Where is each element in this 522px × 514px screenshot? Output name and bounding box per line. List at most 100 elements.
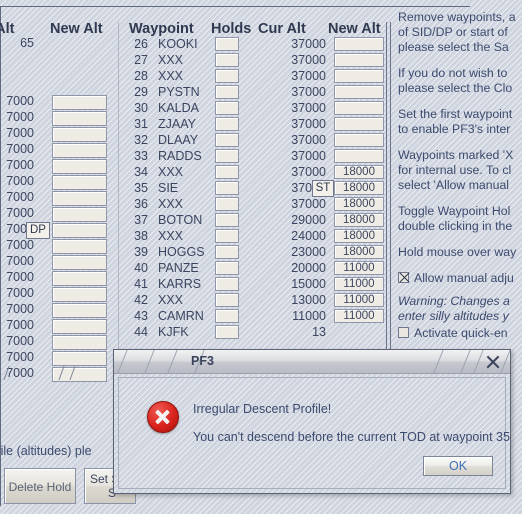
left-col-new-alt-input[interactable] [52, 159, 107, 174]
current-altitude: 37000 [291, 165, 326, 179]
table-row[interactable]: 41 KARRS 15000 11000 [122, 276, 384, 292]
current-altitude: 13000 [291, 293, 326, 307]
delete-hold-button[interactable]: Delete Hold [4, 468, 76, 504]
left-col-new-alt-input[interactable] [52, 271, 107, 286]
new-altitude-input[interactable]: 18000 [334, 245, 384, 259]
checkbox-unchecked-icon[interactable] [398, 327, 409, 338]
table-row[interactable]: 32 DLAAY 37000 [122, 132, 384, 148]
new-altitude-input[interactable] [334, 53, 384, 67]
waypoint-index: 43 [134, 309, 148, 323]
hold-checkbox[interactable] [215, 37, 239, 51]
left-col-new-alt-input[interactable] [52, 223, 107, 238]
activate-quick-entry-checkbox-row[interactable]: Activate quick-en [398, 326, 522, 340]
left-col-new-alt-input[interactable] [52, 319, 107, 334]
dialog-body: Irregular Descent Profile! You can't des… [118, 377, 510, 489]
table-row[interactable]: 37 BOTON 29000 18000 [122, 212, 384, 228]
new-altitude-input[interactable]: 18000 [334, 197, 384, 211]
error-icon [147, 401, 179, 433]
table-row[interactable]: 30 KALDA 37000 [122, 100, 384, 116]
hold-checkbox[interactable] [215, 117, 239, 131]
header-cur-alt-left: r Alt [0, 21, 15, 37]
left-col-new-alt-input[interactable] [52, 255, 107, 270]
table-row[interactable]: 42 XXX 13000 11000 [122, 292, 384, 308]
new-altitude-input[interactable] [334, 117, 384, 131]
left-col-new-alt-input[interactable] [52, 287, 107, 302]
current-altitude: 37000 [291, 69, 326, 83]
new-altitude-input[interactable]: 11000 [334, 261, 384, 275]
new-altitude-input[interactable]: 18000 [334, 181, 384, 195]
new-altitude-input[interactable] [334, 101, 384, 115]
new-altitude-input[interactable]: 11000 [334, 309, 384, 323]
warning-text: Warning: Changes a enter silly altitudes… [398, 294, 522, 324]
allow-manual-adjust-checkbox-row[interactable]: Allow manual adju [398, 271, 522, 285]
table-row[interactable]: 35 SIE 37000 18000 [122, 180, 384, 196]
table-row[interactable]: 29 PYSTN 37000 [122, 84, 384, 100]
waypoint-name: KOOKI [158, 37, 198, 51]
hold-checkbox[interactable] [215, 229, 239, 243]
table-row[interactable]: 39 HOGGS 23000 18000 [122, 244, 384, 260]
left-col-new-alt-input[interactable] [52, 239, 107, 254]
hold-checkbox[interactable] [215, 53, 239, 67]
new-altitude-input[interactable]: 11000 [334, 293, 384, 307]
new-altitude-input[interactable] [334, 69, 384, 83]
hold-checkbox[interactable] [215, 133, 239, 147]
table-row[interactable]: 33 RADDS 37000 [122, 148, 384, 164]
left-col-new-alt-input[interactable] [52, 191, 107, 206]
hold-checkbox[interactable] [215, 245, 239, 259]
table-row[interactable]: 38 XXX 24000 18000 [122, 228, 384, 244]
left-col-new-alt-input[interactable] [52, 95, 107, 110]
dialog-titlebar[interactable]: PF3 [114, 350, 511, 374]
left-col-new-alt-input[interactable] [52, 175, 107, 190]
table-row[interactable]: 34 XXX 37000 18000 [122, 164, 384, 180]
hold-checkbox[interactable] [215, 197, 239, 211]
table-row[interactable]: 43 CAMRN 11000 11000 [122, 308, 384, 324]
checkbox-checked-icon[interactable] [398, 272, 409, 283]
hold-checkbox[interactable] [215, 101, 239, 115]
new-altitude-input[interactable] [334, 149, 384, 163]
hold-checkbox[interactable] [215, 165, 239, 179]
hold-checkbox[interactable] [215, 293, 239, 307]
hold-checkbox[interactable] [215, 69, 239, 83]
waypoint-index: 32 [134, 133, 148, 147]
current-altitude: 37000 [291, 149, 326, 163]
hold-checkbox[interactable] [215, 213, 239, 227]
left-col-new-alt-input[interactable] [52, 351, 107, 366]
current-altitude: 11000 [292, 309, 326, 323]
table-row[interactable]: 28 XXX 37000 [122, 68, 384, 84]
table-row[interactable]: 40 PANZE 20000 11000 [122, 260, 384, 276]
left-col-new-alt-input[interactable] [52, 335, 107, 350]
help-text: please select the Sa [398, 40, 509, 54]
new-altitude-input[interactable] [334, 85, 384, 99]
new-altitude-input[interactable] [334, 133, 384, 147]
hold-checkbox[interactable] [215, 277, 239, 291]
current-altitude: 23000 [291, 245, 326, 259]
hold-checkbox[interactable] [215, 309, 239, 323]
table-row[interactable]: 44 KJFK 13 [122, 324, 384, 340]
current-altitude: 15000 [291, 277, 326, 291]
hold-checkbox[interactable] [215, 261, 239, 275]
waypoint-index: 42 [134, 293, 148, 307]
table-row[interactable]: 26 KOOKI 37000 [122, 36, 384, 52]
left-col-new-alt-input[interactable] [52, 207, 107, 222]
table-row[interactable]: 31 ZJAAY 37000 [122, 116, 384, 132]
hold-checkbox[interactable] [215, 325, 239, 339]
help-text: enter silly altitudes y [398, 309, 509, 323]
new-altitude-input[interactable]: 11000 [334, 277, 384, 291]
close-icon[interactable] [484, 353, 502, 371]
table-row[interactable]: 36 XXX 37000 18000 [122, 196, 384, 212]
left-col-new-alt-input[interactable] [52, 143, 107, 158]
left-col-new-alt-input[interactable] [52, 303, 107, 318]
new-altitude-input[interactable]: 18000 [334, 229, 384, 243]
new-altitude-input[interactable]: 18000 [334, 213, 384, 227]
new-altitude-input[interactable]: 18000 [334, 165, 384, 179]
panel-divider-1 [386, 22, 387, 364]
waypoint-name: XXX [158, 53, 184, 67]
hold-checkbox[interactable] [215, 181, 239, 195]
ok-button[interactable]: OK [423, 456, 493, 476]
hold-checkbox[interactable] [215, 85, 239, 99]
left-col-new-alt-input[interactable] [52, 127, 107, 142]
left-col-new-alt-input[interactable] [52, 111, 107, 126]
hold-checkbox[interactable] [215, 149, 239, 163]
table-row[interactable]: 27 XXX 37000 [122, 52, 384, 68]
new-altitude-input[interactable] [334, 37, 384, 51]
